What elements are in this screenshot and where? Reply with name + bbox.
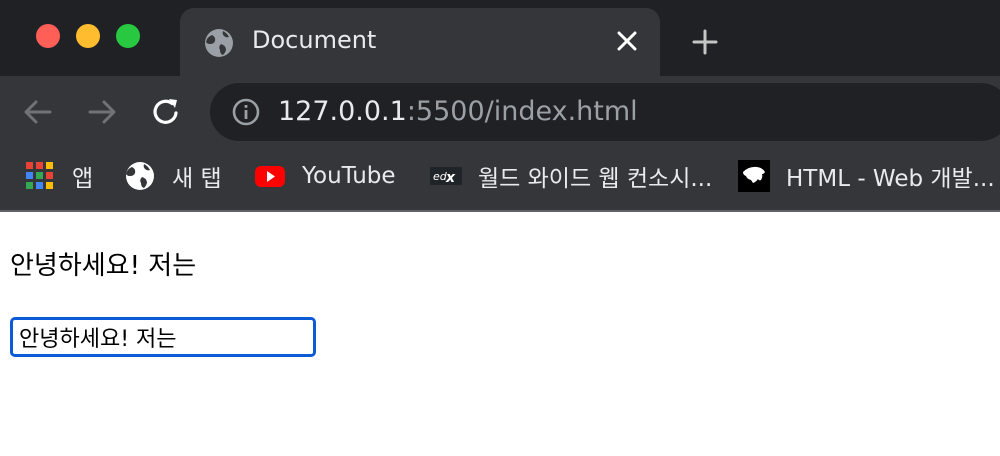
window-maximize-button[interactable] <box>116 24 140 48</box>
new-tab-plus-icon[interactable] <box>692 29 718 55</box>
globe-icon <box>205 29 233 57</box>
browser-chrome: Document 127.0.0.1:5500/index.html 앱 새 탭… <box>0 0 1000 212</box>
svg-text:x: x <box>445 170 456 186</box>
edx-icon: ed x <box>430 167 462 186</box>
bookmark-edx[interactable]: ed x 월드 와이드 웹 컨소시... <box>430 160 712 192</box>
close-icon[interactable] <box>616 30 638 52</box>
bookmark-label: HTML - Web 개발... <box>786 166 995 192</box>
globe-icon <box>126 162 154 190</box>
youtube-icon <box>255 166 285 187</box>
tab-title: Document <box>252 26 377 54</box>
bookmark-apps[interactable]: 앱 <box>24 160 93 192</box>
url-text[interactable]: 127.0.0.1:5500/index.html <box>278 96 638 127</box>
bookmark-new-tab[interactable]: 새 탭 <box>124 160 222 192</box>
text-input[interactable] <box>10 317 316 357</box>
greeting-text: 안녕하세요! 저는 <box>10 251 197 281</box>
bookmark-label: 앱 <box>72 166 94 192</box>
url-path: :5500/index.html <box>406 96 638 127</box>
active-tab[interactable]: Document <box>180 8 660 76</box>
bookmark-label: 월드 와이드 웹 컨소시... <box>478 166 713 192</box>
address-bar[interactable]: 127.0.0.1:5500/index.html <box>210 83 1000 141</box>
forward-arrow-icon[interactable] <box>86 96 118 128</box>
window-close-button[interactable] <box>36 24 60 48</box>
bookmark-label: YouTube <box>302 163 396 189</box>
mdn-icon <box>738 160 770 192</box>
window-minimize-button[interactable] <box>76 24 100 48</box>
toolbar: 127.0.0.1:5500/index.html <box>0 76 1000 150</box>
page-content: 안녕하세요! 저는 <box>0 212 1000 456</box>
bookmark-mdn[interactable]: HTML - Web 개발... <box>738 160 995 192</box>
info-icon[interactable] <box>232 98 260 126</box>
reload-icon[interactable] <box>150 96 182 128</box>
apps-grid-icon <box>26 162 53 189</box>
bookmark-youtube[interactable]: YouTube <box>254 160 396 192</box>
bookmark-label: 새 탭 <box>172 166 222 192</box>
tab-strip: Document <box>0 0 1000 76</box>
back-arrow-icon[interactable] <box>22 96 54 128</box>
url-host: 127.0.0.1 <box>278 96 407 127</box>
bookmarks-bar: 앱 새 탭 YouTube ed x 월드 와이드 웹 컨소시... HTML … <box>0 150 1000 212</box>
